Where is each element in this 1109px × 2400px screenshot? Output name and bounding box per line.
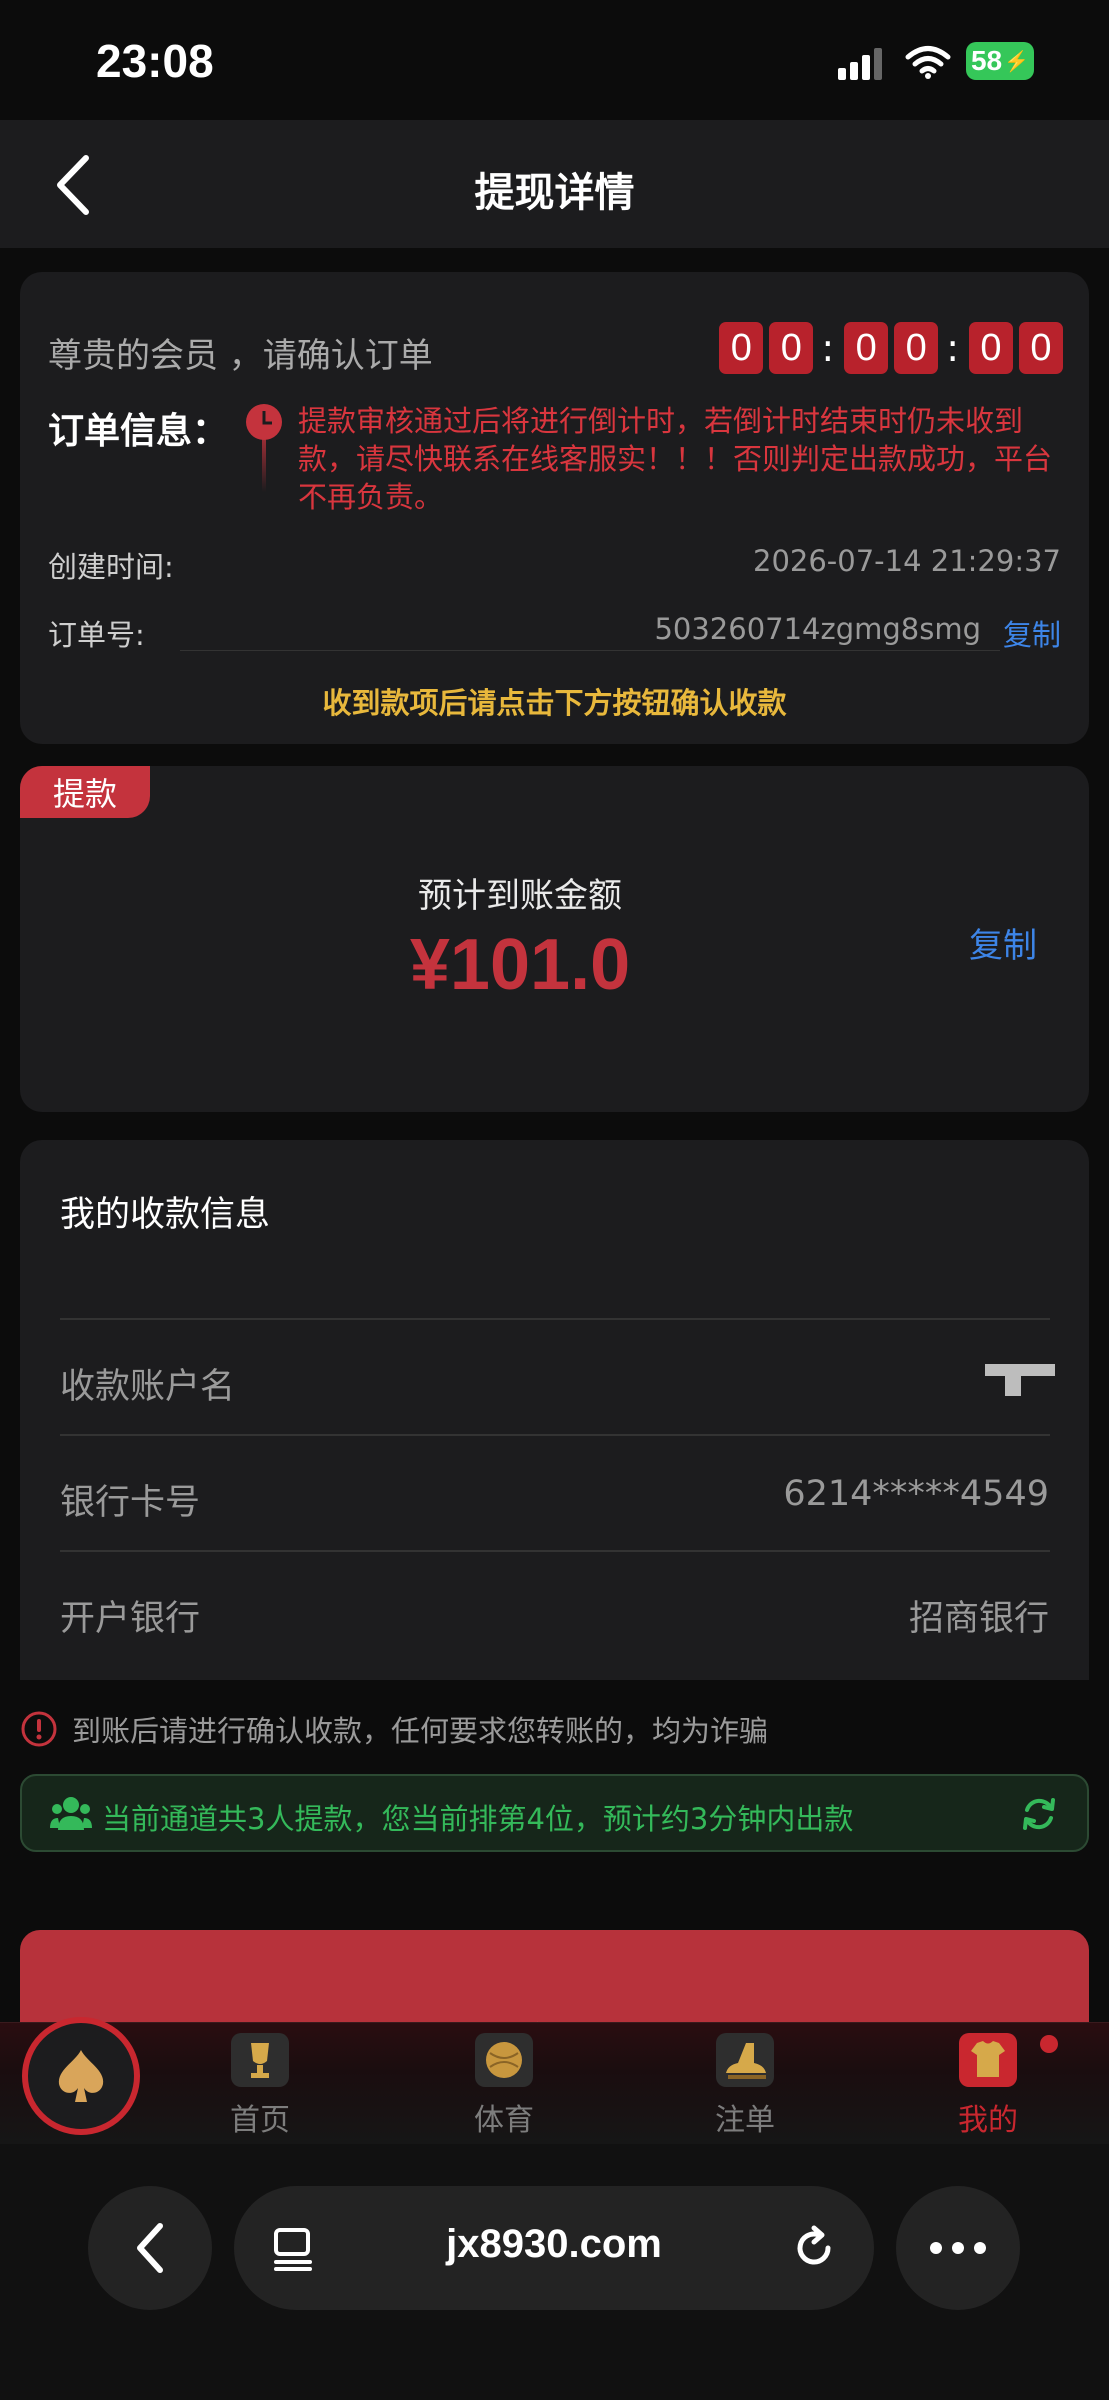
fraud-warning-text: 到账后请进行确认收款，任何要求您转账的，均为诈骗: [72, 1714, 769, 1748]
url-text: jx8930.com: [446, 2222, 662, 2266]
queue-status: 当前通道共3人提款，您当前排第4位，预计约3分钟内出款: [20, 1774, 1089, 1852]
spade-home-button[interactable]: [22, 2017, 140, 2135]
battery-indicator: 58 ⚡: [966, 42, 1034, 80]
boot-icon: [716, 2033, 774, 2087]
order-number-label: 订单号:: [48, 618, 145, 652]
divider: [180, 650, 1000, 651]
reload-icon[interactable]: [790, 2224, 838, 2272]
confirm-receipt-hint: 收到款项后请点击下方按钮确认收款: [322, 686, 787, 720]
timer-digit: 0: [719, 322, 764, 374]
notification-dot: [1040, 2035, 1058, 2053]
order-card: 尊贵的会员 ，请确认订单 0 0 : 0 0 : 0 0 订单信息： 提款审核通…: [20, 272, 1089, 744]
status-time: 23:08: [96, 35, 214, 87]
created-time-label: 创建时间:: [48, 550, 174, 584]
timer-digit: 0: [894, 322, 939, 374]
browser-toolbar: jx8930.com: [0, 2144, 1109, 2400]
alert-icon: [21, 1711, 57, 1747]
signal-icon: [838, 48, 882, 80]
tab-label: 注单: [715, 2103, 775, 2138]
page-header: 提现详情: [0, 120, 1109, 248]
tab-label: 首页: [230, 2103, 290, 2138]
expected-amount-label: 预计到账金额: [418, 876, 622, 916]
more-icon: [930, 2242, 986, 2254]
expected-amount-value: ¥101.0: [409, 925, 631, 1005]
receive-info-title: 我的收款信息: [60, 1195, 271, 1235]
created-time-value: 2026-07-14 21:29:37: [753, 544, 1061, 578]
bank-value: 招商银行: [908, 1599, 1049, 1639]
bottom-tab-bar: 首页 体育 注单 我的: [0, 2017, 1109, 2144]
back-icon: [137, 2223, 163, 2273]
amount-card: 提款 预计到账金额 ¥101.0 复制: [20, 766, 1089, 1112]
account-name-label: 收款账户名: [60, 1367, 236, 1407]
trophy-icon: [231, 2033, 289, 2087]
wifi-icon: [905, 46, 951, 79]
timer-digit: 0: [844, 322, 889, 374]
address-bar[interactable]: jx8930.com: [234, 2186, 874, 2310]
page-title: 提现详情: [474, 170, 635, 216]
jersey-icon: [959, 2033, 1017, 2087]
spade-icon: [58, 2050, 104, 2102]
tab-home[interactable]: 首页: [180, 2033, 340, 2139]
tab-sports[interactable]: 体育: [424, 2033, 584, 2139]
copy-amount-button[interactable]: 复制: [969, 918, 1037, 967]
browser-more-button[interactable]: [896, 2186, 1020, 2310]
battery-level: 58: [970, 45, 1003, 76]
order-number-value: 503260714zgmg8smg: [654, 612, 981, 646]
timer-colon: :: [946, 326, 959, 370]
timer-digit: 0: [1019, 322, 1063, 374]
tab-bets[interactable]: 注单: [665, 2033, 825, 2139]
tab-label: 体育: [474, 2103, 534, 2138]
users-icon: [50, 1797, 92, 1830]
withdraw-tag: 提款: [20, 766, 150, 818]
member-greeting: 尊贵的会员 ，请确认订单: [48, 336, 433, 376]
card-number-value: 6214*****4549: [783, 1474, 1049, 1514]
clock-icon: [246, 404, 282, 492]
divider: [60, 1434, 1050, 1436]
order-info-label: 订单信息：: [48, 411, 229, 452]
redacted-name-mark: [985, 1364, 1055, 1396]
bank-label: 开户银行: [60, 1599, 201, 1639]
charging-icon: ⚡: [1004, 50, 1030, 73]
refresh-icon[interactable]: [1019, 1794, 1059, 1834]
divider: [60, 1550, 1050, 1552]
copy-order-number-button[interactable]: 复制: [1003, 612, 1061, 654]
countdown-notice: 提款审核通过后将进行倒计时，若倒计时结束时仍未收到款，请尽快联系在线客服实！！！…: [298, 404, 1053, 514]
receive-info-card: 我的收款信息 收款账户名 银行卡号 6214*****4549 开户银行 招商银…: [20, 1140, 1089, 1680]
fraud-warning: 到账后请进行确认收款，任何要求您转账的，均为诈骗: [20, 1708, 768, 1750]
queue-status-text: 当前通道共3人提款，您当前排第4位，预计约3分钟内出款: [102, 1802, 854, 1836]
browser-back-button[interactable]: [88, 2186, 212, 2310]
timer-colon: :: [821, 326, 835, 370]
divider: [60, 1318, 1050, 1320]
timer-digit: 0: [969, 322, 1013, 374]
countdown-timer: 0 0 : 0 0 : 0 0: [713, 322, 1063, 374]
timer-digit: 0: [769, 322, 814, 374]
ball-icon: [475, 2033, 533, 2087]
tab-label: 我的: [958, 2103, 1018, 2138]
card-number-label: 银行卡号: [60, 1483, 201, 1523]
